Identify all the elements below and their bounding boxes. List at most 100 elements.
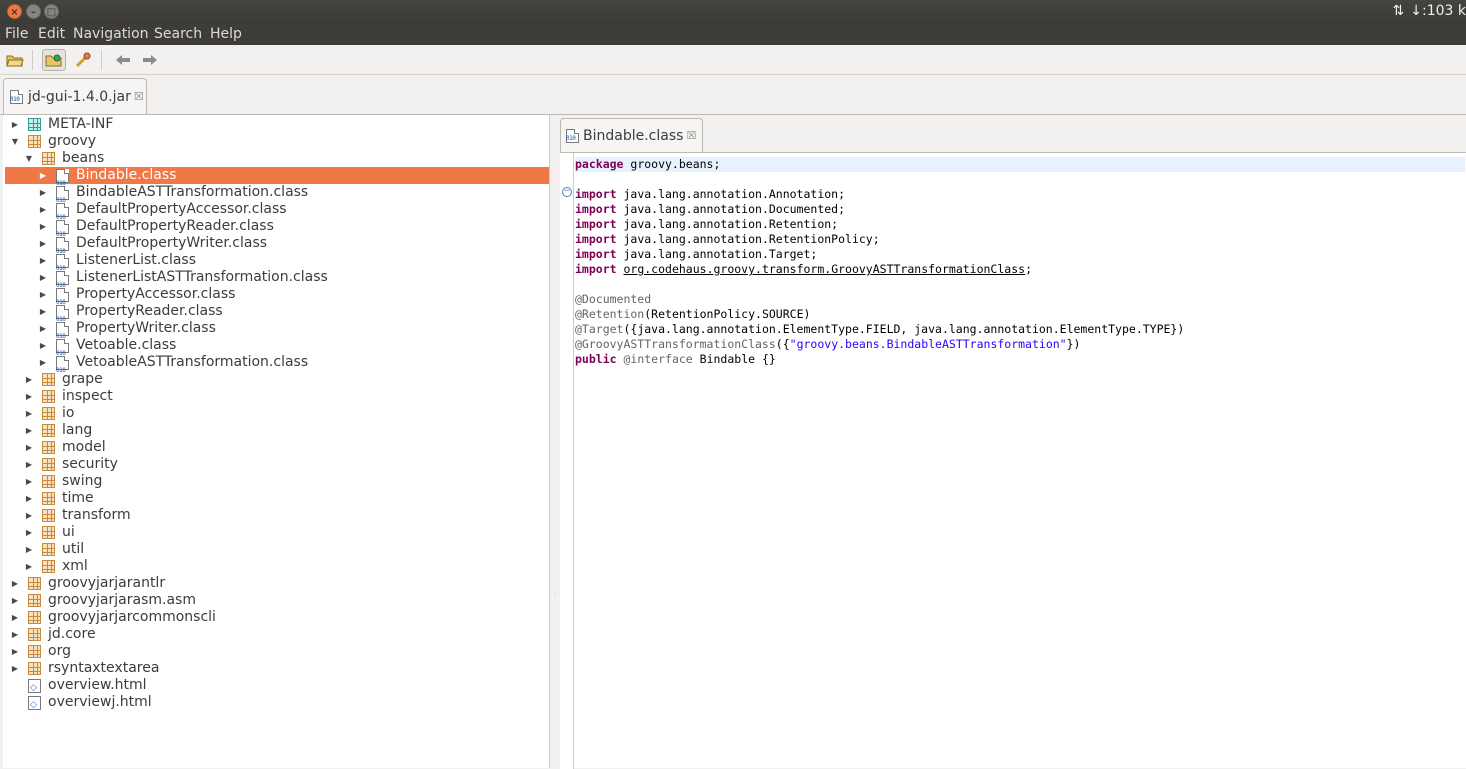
tree-row[interactable]: ▶ grape	[5, 371, 549, 388]
editor-pane: Bindable.class ☒ − package groovy.beans;…	[557, 115, 1466, 769]
expand-arrow-icon[interactable]: ▶	[38, 184, 48, 201]
tree-row[interactable]: ▶ groovyjarjarcommonscli	[5, 609, 549, 626]
collapse-arrow-icon[interactable]: ▼	[10, 133, 20, 150]
code-text: ;	[1025, 262, 1032, 276]
expand-arrow-icon[interactable]: ▶	[24, 541, 34, 558]
tree-row[interactable]: ▶ model	[5, 439, 549, 456]
code-type-link[interactable]: org.codehaus.groovy.transform.GroovyASTT…	[623, 262, 1025, 276]
expand-arrow-icon[interactable]: ▶	[24, 558, 34, 575]
expand-arrow-icon[interactable]: ▶	[38, 320, 48, 337]
tree-row[interactable]: ▶ ListenerList.class	[5, 252, 549, 277]
tree-row[interactable]: ▼ groovy	[5, 133, 549, 150]
expand-arrow-icon[interactable]: ▶	[24, 456, 34, 473]
expand-arrow-icon[interactable]: ▶	[38, 354, 48, 371]
expand-arrow-icon[interactable]: ▶	[38, 167, 48, 184]
menu-file[interactable]: File	[5, 26, 28, 42]
expand-arrow-icon[interactable]: ▶	[10, 609, 20, 626]
tree-row[interactable]: ▶ ListenerListASTTransformation.class	[5, 269, 549, 294]
code-view[interactable]: − package groovy.beans; import java.lang…	[560, 152, 1466, 769]
tree-row[interactable]: ▶ PropertyAccessor.class	[5, 286, 549, 311]
expand-arrow-icon[interactable]: ▶	[10, 660, 20, 677]
tree-row[interactable]: ▶ jd.core	[5, 626, 549, 643]
tree-row[interactable]: ▶ ui	[5, 524, 549, 541]
tree-row[interactable]: ▶ Bindable.class	[5, 167, 549, 192]
open-type-button[interactable]	[42, 49, 66, 71]
tree-row[interactable]: overview.html	[5, 677, 549, 697]
menu-help[interactable]: Help	[210, 26, 242, 42]
tree-row[interactable]: ▶ time	[5, 490, 549, 507]
expand-arrow-icon[interactable]: ▶	[24, 405, 34, 422]
expand-arrow-icon[interactable]: ▶	[38, 201, 48, 218]
tree-row[interactable]: ▶ groovyjarjarasm.asm	[5, 592, 549, 609]
back-button[interactable]	[111, 49, 135, 71]
expand-arrow-icon[interactable]: ▶	[38, 269, 48, 286]
tree-row[interactable]: ▶ rsyntaxtextarea	[5, 660, 549, 677]
network-indicator[interactable]: ⇅ ↓:103 k	[1393, 3, 1466, 19]
menu-edit[interactable]: Edit	[38, 26, 65, 42]
tree-label: grape	[62, 371, 103, 387]
forward-button[interactable]	[138, 49, 162, 71]
tree-row[interactable]: ▶ PropertyReader.class	[5, 303, 549, 328]
tree-row[interactable]: overviewj.html	[5, 694, 549, 714]
tree-row[interactable]: ▶ DefaultPropertyReader.class	[5, 218, 549, 243]
menu-search[interactable]: Search	[154, 26, 202, 42]
expand-arrow-icon[interactable]: ▶	[38, 218, 48, 235]
code-keyword: package	[575, 157, 624, 171]
window-minimize-button[interactable]: –	[26, 4, 41, 19]
package-icon	[42, 526, 55, 539]
tree-row[interactable]: ▶ inspect	[5, 388, 549, 405]
tree-row[interactable]: ▶ groovyjarjarantlr	[5, 575, 549, 592]
tree-row[interactable]: ▶ DefaultPropertyAccessor.class	[5, 201, 549, 226]
tree-row[interactable]: ▶ VetoableASTTransformation.class	[5, 354, 549, 379]
expand-arrow-icon[interactable]: ▶	[10, 116, 20, 133]
expand-arrow-icon[interactable]: ▶	[24, 439, 34, 456]
tree-label: jd.core	[48, 626, 96, 642]
expand-arrow-icon[interactable]: ▶	[10, 575, 20, 592]
tree-row[interactable]: ▶ META-INF	[5, 116, 549, 133]
expand-arrow-icon[interactable]: ▶	[24, 507, 34, 524]
tree-row[interactable]: ▶ security	[5, 456, 549, 473]
tree-row[interactable]: ▶ swing	[5, 473, 549, 490]
tree-row[interactable]: ▼ beans	[5, 150, 549, 167]
window-maximize-button[interactable]: □	[44, 4, 59, 19]
expand-arrow-icon[interactable]: ▶	[24, 388, 34, 405]
tree-row[interactable]: ▶ io	[5, 405, 549, 422]
expand-arrow-icon[interactable]: ▶	[24, 473, 34, 490]
tab-close-icon[interactable]: ☒	[686, 129, 696, 142]
tree-row[interactable]: ▶ xml	[5, 558, 549, 575]
open-file-button[interactable]	[3, 49, 27, 71]
package-icon	[42, 458, 55, 471]
tree-label: inspect	[62, 388, 113, 404]
fold-collapse-icon[interactable]: −	[562, 187, 572, 197]
tab-bindable-class[interactable]: Bindable.class ☒	[560, 118, 703, 152]
collapse-arrow-icon[interactable]: ▼	[24, 150, 34, 167]
tree-row[interactable]: ▶ Vetoable.class	[5, 337, 549, 362]
tree-row[interactable]: ▶ BindableASTTransformation.class	[5, 184, 549, 209]
tree-row[interactable]: ▶ PropertyWriter.class	[5, 320, 549, 345]
tree-row[interactable]: ▶ util	[5, 541, 549, 558]
window-close-button[interactable]: ×	[7, 4, 22, 19]
expand-arrow-icon[interactable]: ▶	[10, 626, 20, 643]
tree-row[interactable]: ▶ org	[5, 643, 549, 660]
expand-arrow-icon[interactable]: ▶	[38, 337, 48, 354]
tree-row[interactable]: ▶ lang	[5, 422, 549, 439]
expand-arrow-icon[interactable]: ▶	[38, 303, 48, 320]
tab-jd-gui-jar[interactable]: jd-gui-1.4.0.jar ☒	[3, 78, 147, 114]
expand-arrow-icon[interactable]: ▶	[24, 490, 34, 507]
expand-arrow-icon[interactable]: ▶	[38, 286, 48, 303]
tree-row[interactable]: ▶ transform	[5, 507, 549, 524]
expand-arrow-icon[interactable]: ▶	[38, 252, 48, 269]
expand-arrow-icon[interactable]: ▶	[24, 422, 34, 439]
expand-arrow-icon[interactable]: ▶	[24, 371, 34, 388]
expand-arrow-icon[interactable]: ▶	[24, 524, 34, 541]
search-type-button[interactable]	[71, 49, 95, 71]
expand-arrow-icon[interactable]: ▶	[10, 592, 20, 609]
tree-icon	[56, 237, 69, 260]
tab-label: jd-gui-1.4.0.jar	[28, 88, 131, 105]
menu-navigation[interactable]: Navigation	[73, 26, 149, 42]
expand-arrow-icon[interactable]: ▶	[10, 643, 20, 660]
expand-arrow-icon[interactable]: ▶	[38, 235, 48, 252]
tab-close-icon[interactable]: ☒	[134, 90, 144, 103]
tree-row[interactable]: ▶ DefaultPropertyWriter.class	[5, 235, 549, 260]
tree-icon	[42, 390, 55, 403]
